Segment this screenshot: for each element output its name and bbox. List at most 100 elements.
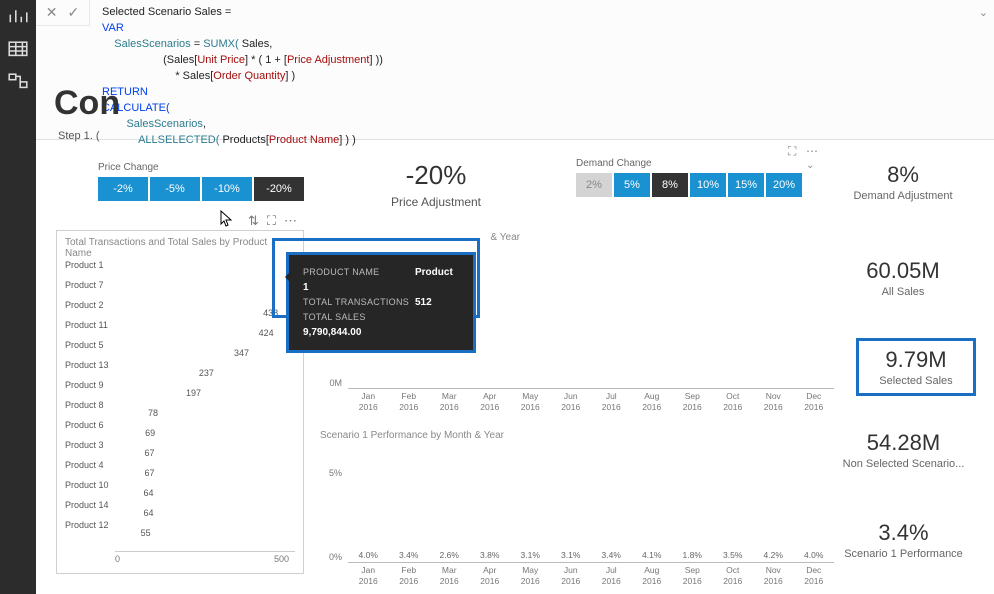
- bar-row[interactable]: Product 5347: [65, 335, 295, 355]
- expand-formula-icon[interactable]: ⌄: [979, 6, 988, 19]
- kpi-selected-sales: 9.79M Selected Sales: [856, 338, 976, 396]
- bar-row[interactable]: Product 12 55: [65, 515, 295, 535]
- axis-tick: Feb2016: [389, 565, 430, 591]
- axis-tick: Dec2016: [794, 391, 835, 417]
- data-view-icon[interactable]: [7, 40, 29, 58]
- axis-tick: Aug2016: [632, 565, 673, 591]
- axis-tick: Sep2016: [672, 565, 713, 591]
- axis-tick: Apr2016: [470, 565, 511, 591]
- kpi-value: 60.05M: [838, 258, 968, 284]
- bar-value: 64: [143, 488, 153, 498]
- kpi-value: 8%: [838, 162, 968, 188]
- bar-category: Product 1: [65, 260, 115, 270]
- scenario-perf-chart[interactable]: Scenario 1 Performance by Month & Year 0…: [320, 430, 840, 576]
- slicer-option[interactable]: 20%: [766, 173, 802, 197]
- bar-value: 347: [234, 348, 249, 358]
- bar-row[interactable]: Product 11424: [65, 315, 295, 335]
- chevron-down-icon[interactable]: ⌄: [806, 160, 814, 171]
- bar-row[interactable]: Product 878: [65, 395, 295, 415]
- bar-category: Product 2: [65, 300, 115, 310]
- bar-value: 69: [145, 428, 155, 438]
- formula-text[interactable]: Selected Scenario Sales = VAR SalesScena…: [102, 4, 974, 148]
- price-adjustment-card: -20% Price Adjustment: [366, 160, 506, 209]
- axis-tick: Dec2016: [794, 565, 835, 591]
- more-options-icon[interactable]: ⋯: [806, 144, 818, 158]
- kpi-demand-adjustment: 8% Demand Adjustment: [838, 162, 968, 202]
- bar-category: Product 7: [65, 280, 115, 290]
- bar-value: 424: [259, 328, 274, 338]
- more-options-icon[interactable]: ⋯: [284, 213, 297, 229]
- bar-value: 67: [144, 468, 154, 478]
- x-axis: 0 500: [115, 551, 295, 567]
- product-bar-chart[interactable]: ⇅ ⛶ ⋯ Total Transactions and Total Sales…: [56, 230, 304, 574]
- bar-row[interactable]: Product 467: [65, 455, 295, 475]
- report-view-icon[interactable]: [7, 8, 29, 26]
- axis-tick: Oct2016: [713, 391, 754, 417]
- slicer-option[interactable]: -10%: [202, 177, 252, 201]
- model-view-icon[interactable]: [7, 72, 29, 90]
- bar-row[interactable]: Product 1: [65, 255, 295, 275]
- visual-toolbar: ⇅ ⛶ ⋯: [248, 213, 297, 229]
- bar-row[interactable]: Product 6 69: [65, 415, 295, 435]
- bar-category: Product 14: [65, 500, 115, 510]
- kpi-value: 9.79M: [869, 347, 963, 373]
- kpi-non-selected: 54.28M Non Selected Scenario...: [831, 430, 976, 470]
- kpi-label: All Sales: [838, 286, 968, 298]
- chart-title: Scenario 1 Performance by Month & Year: [320, 430, 840, 441]
- bar-category: Product 12: [65, 520, 115, 530]
- column-label: 3.4%: [591, 550, 631, 562]
- page-title: Con: [54, 84, 120, 123]
- axis-tick: Jul2016: [591, 565, 632, 591]
- axis-tick: Sep2016: [672, 391, 713, 417]
- focus-mode-icon[interactable]: ⛶: [788, 144, 796, 159]
- bar-row[interactable]: Product 13237: [65, 355, 295, 375]
- slicer-option[interactable]: 5%: [614, 173, 650, 197]
- bar-value: 55: [141, 528, 151, 538]
- axis-tick: Mar2016: [429, 565, 470, 591]
- focus-mode-icon[interactable]: ⛶: [267, 213, 276, 229]
- bar-value: 64: [143, 508, 153, 518]
- bar-row[interactable]: Product 10 64: [65, 475, 295, 495]
- price-adjustment-label: Price Adjustment: [366, 195, 506, 209]
- bar-value: 197: [186, 388, 201, 398]
- slicer-option[interactable]: -2%: [98, 177, 148, 201]
- y-axis: 0% 5%: [320, 459, 346, 563]
- bar-row[interactable]: Product 367: [65, 435, 295, 455]
- slicer-option[interactable]: 10%: [690, 173, 726, 197]
- slicer-option[interactable]: -5%: [150, 177, 200, 201]
- bar-row[interactable]: Product 14 64: [65, 495, 295, 515]
- bar-value: 67: [144, 448, 154, 458]
- bar-row[interactable]: Product 2438: [65, 295, 295, 315]
- column-label: 4.0%: [794, 550, 834, 562]
- kpi-label: Scenario 1 Performance: [831, 548, 976, 560]
- filter-icon[interactable]: ⇅: [248, 213, 259, 229]
- bar-category: Product 10: [65, 480, 115, 490]
- bar-row[interactable]: Product 7: [65, 275, 295, 295]
- bar-row[interactable]: Product 9197: [65, 375, 295, 395]
- price-change-slicer: Price Change -2%-5%-10%-20%: [98, 162, 304, 201]
- axis-tick: 0: [115, 554, 120, 564]
- cancel-icon[interactable]: ✕: [46, 4, 58, 21]
- slicer-option[interactable]: 8%: [652, 173, 688, 197]
- slicer-option[interactable]: 15%: [728, 173, 764, 197]
- column-label: 3.1%: [551, 550, 591, 562]
- commit-icon[interactable]: ✓: [68, 4, 80, 21]
- column-label: 3.1%: [510, 550, 550, 562]
- bar-category: Product 6: [65, 420, 115, 430]
- slicer-option[interactable]: -20%: [254, 177, 304, 201]
- axis-tick: Jun2016: [551, 391, 592, 417]
- column-label: 4.0%: [348, 550, 388, 562]
- axis-tick: May2016: [510, 565, 551, 591]
- tooltip-label: PRODUCT NAME: [303, 265, 415, 280]
- axis-tick: Jul2016: [591, 391, 632, 417]
- formula-bar[interactable]: ✕ ✓ Selected Scenario Sales = VAR SalesS…: [36, 0, 994, 140]
- axis-tick: Oct2016: [713, 565, 754, 591]
- axis-tick: May2016: [510, 391, 551, 417]
- slicer-option[interactable]: 2%: [576, 173, 612, 197]
- kpi-label: Demand Adjustment: [838, 190, 968, 202]
- kpi-value: 54.28M: [831, 430, 976, 456]
- axis-tick: Aug2016: [632, 391, 673, 417]
- axis-tick: Jun2016: [551, 565, 592, 591]
- bar-category: Product 8: [65, 400, 115, 410]
- bar-category: Product 13: [65, 360, 115, 370]
